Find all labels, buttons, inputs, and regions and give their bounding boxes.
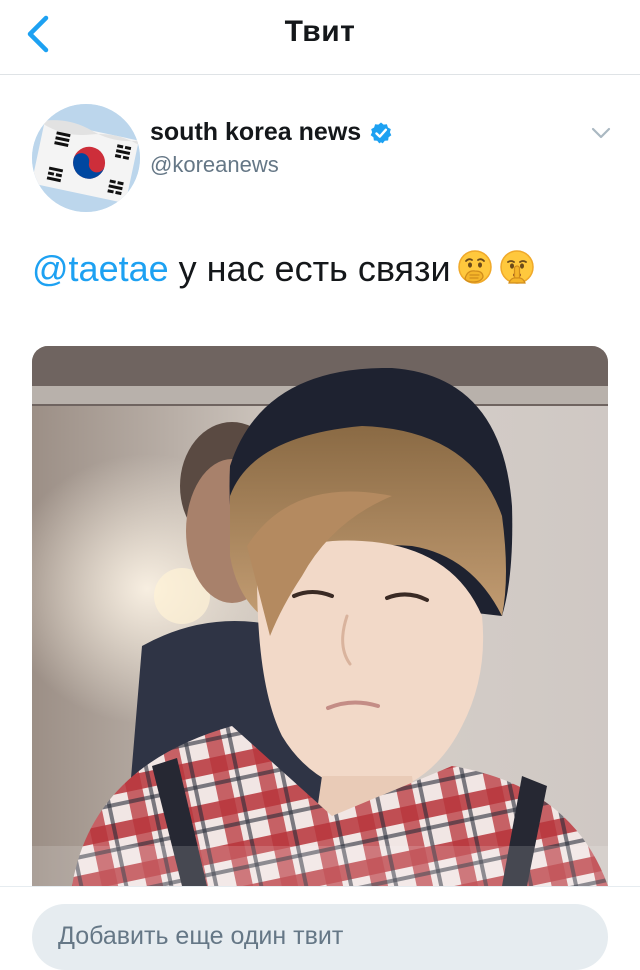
verified-badge-icon bbox=[369, 121, 393, 145]
thinking-face-hand-over-mouth-icon bbox=[457, 249, 493, 285]
korea-flag-avatar-image bbox=[32, 104, 140, 212]
avatar[interactable] bbox=[32, 104, 140, 212]
tweet-media-photo[interactable] bbox=[32, 346, 608, 886]
user-name-row[interactable]: south korea news bbox=[150, 118, 393, 147]
shushing-face-icon bbox=[499, 249, 535, 285]
composer-placeholder: Добавить еще один твит bbox=[58, 922, 344, 950]
tweet-body-text: у нас есть связи bbox=[168, 248, 451, 289]
add-another-tweet-input[interactable]: Добавить еще один твит bbox=[32, 904, 608, 970]
page-title: Твит bbox=[284, 15, 356, 48]
user-handle[interactable]: @koreanews bbox=[150, 152, 279, 178]
top-navigation-bar: Твит bbox=[0, 0, 640, 75]
display-name: south korea news bbox=[150, 118, 362, 146]
tweet-options-chevron-icon[interactable] bbox=[590, 124, 612, 142]
mention-link[interactable]: @taetae bbox=[32, 248, 169, 289]
tweet-text: @taetae у нас есть связи bbox=[32, 248, 535, 290]
